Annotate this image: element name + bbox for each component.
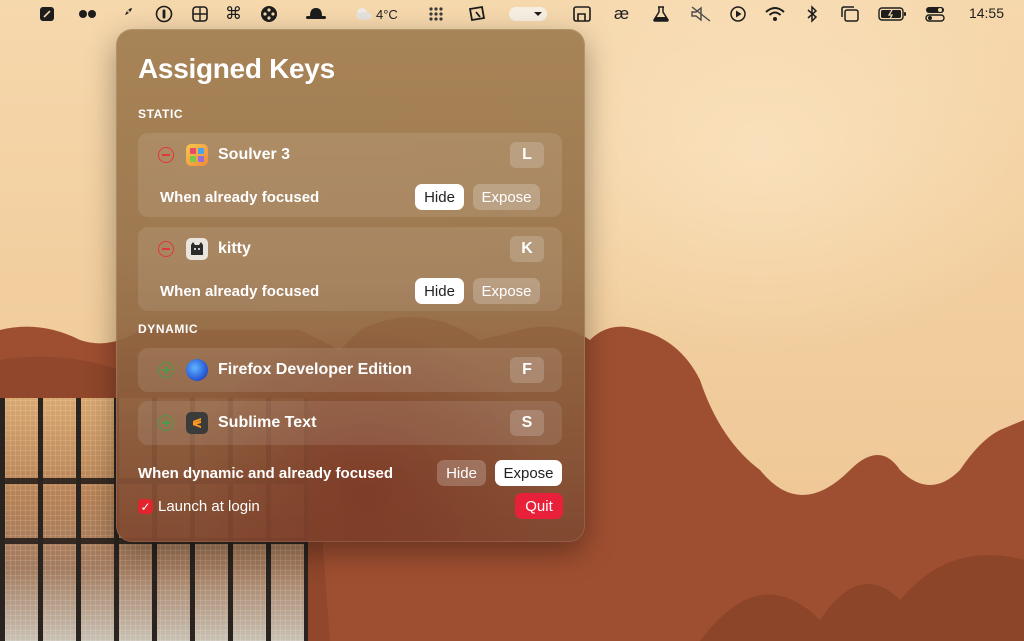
hide-button[interactable]: Hide [415, 184, 464, 210]
soulver-icon [186, 144, 208, 166]
key-badge[interactable]: K [510, 236, 544, 262]
bowler-hat-icon[interactable] [305, 4, 327, 24]
dynamic-expose-button[interactable]: Expose [495, 460, 562, 486]
window-icon[interactable] [840, 4, 860, 24]
panel-title: Assigned Keys [138, 53, 335, 84]
command-icon[interactable]: ⌘ [225, 4, 242, 24]
firefox-icon [186, 359, 208, 381]
key-badge[interactable]: L [510, 142, 544, 168]
calculator-grid-icon[interactable] [191, 4, 209, 24]
dynamic-item-card: Sublime Text S [138, 401, 562, 445]
control-center-icon[interactable] [925, 4, 945, 24]
remove-icon[interactable] [158, 241, 174, 257]
launch-at-login-label[interactable]: Launch at login [158, 498, 260, 515]
resize-icon[interactable] [572, 4, 592, 24]
quit-button[interactable]: Quit [515, 493, 563, 519]
grid-dots-icon[interactable] [427, 4, 445, 24]
expose-button[interactable]: Expose [473, 278, 540, 304]
play-icon[interactable] [729, 4, 747, 24]
focus-behavior-label: When already focused [160, 188, 320, 206]
hide-button[interactable]: Hide [415, 278, 464, 304]
static-item-card: Soulver 3 L When already focused Hide Ex… [138, 133, 562, 217]
notes-icon[interactable] [38, 4, 56, 24]
app-name: kitty [218, 240, 251, 257]
expose-button[interactable]: Expose [473, 184, 540, 210]
weather-temp[interactable]: 4°C [376, 4, 398, 24]
menu-bar: ⌘ 4°C æ 14:55 [0, 0, 1024, 28]
key-badge[interactable]: S [510, 410, 544, 436]
add-icon[interactable] [158, 362, 174, 378]
mute-icon[interactable] [690, 4, 712, 24]
rocket-icon[interactable] [117, 4, 135, 24]
wifi-icon[interactable] [765, 4, 785, 24]
battery-icon[interactable] [878, 4, 908, 24]
one-password-icon[interactable] [155, 4, 173, 24]
launch-at-login-checkbox[interactable]: ✓ [138, 499, 153, 514]
cursor-box-icon[interactable] [467, 4, 487, 24]
toggle-icon[interactable] [508, 4, 548, 24]
flask-icon[interactable] [652, 4, 670, 24]
add-icon[interactable] [158, 415, 174, 431]
dynamic-hide-button[interactable]: Hide [437, 460, 486, 486]
app-name: Soulver 3 [218, 146, 291, 163]
ae-icon[interactable]: æ [614, 4, 629, 24]
remove-icon[interactable] [158, 147, 174, 163]
static-item-card: kitty K When already focused Hide Expose [138, 227, 562, 311]
dots-icon[interactable] [78, 4, 98, 24]
dynamic-focus-label: When dynamic and already focused [138, 465, 394, 482]
bluetooth-icon[interactable] [806, 4, 818, 24]
key-badge[interactable]: F [510, 357, 544, 383]
focus-behavior-label: When already focused [160, 282, 320, 300]
dynamic-item-card: Firefox Developer Edition F [138, 348, 562, 392]
app-name: Firefox Developer Edition [218, 361, 412, 378]
app-name: Sublime Text [218, 414, 317, 431]
menubar-clock[interactable]: 14:55 [969, 5, 1004, 21]
kitty-icon [186, 238, 208, 260]
film-reel-icon[interactable] [260, 4, 278, 24]
static-section-label: STATIC [138, 107, 184, 121]
sublime-icon [186, 412, 208, 434]
assigned-keys-panel: Assigned Keys STATIC Soulver 3 L When al… [116, 29, 585, 542]
dynamic-section-label: DYNAMIC [138, 322, 199, 336]
weather-icon[interactable] [352, 4, 374, 24]
